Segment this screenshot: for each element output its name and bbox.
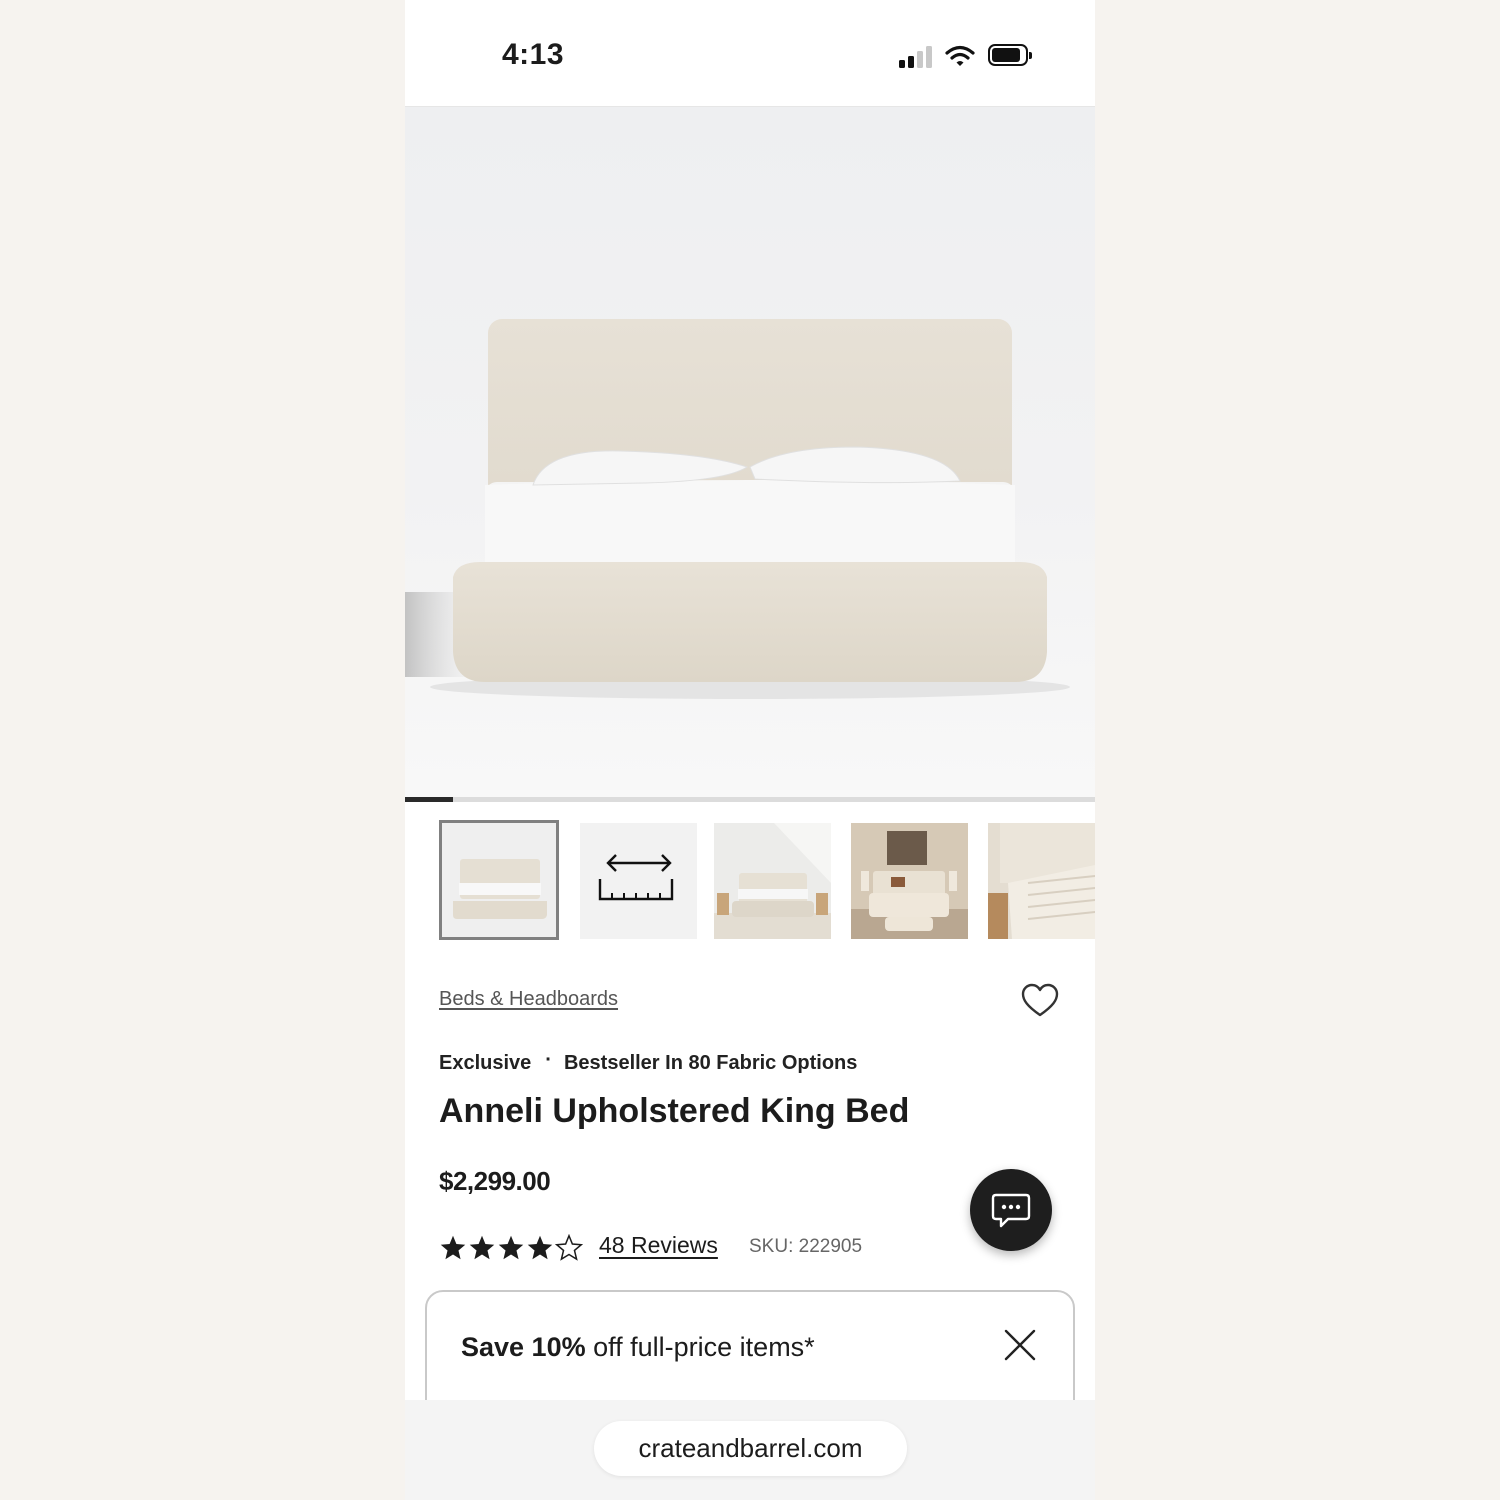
star-filled-icon [498, 1235, 524, 1260]
bedroom-styled-thumb-image [851, 823, 968, 939]
product-sku: SKU: 222905 [749, 1236, 863, 1257]
battery-icon [988, 44, 1032, 66]
status-time: 4:13 [502, 38, 565, 71]
cellular-signal-icon [899, 44, 935, 68]
wifi-icon [945, 45, 975, 66]
product-badges: Exclusive · Bestseller In 80 Fabric Option… [439, 1049, 858, 1075]
chat-button[interactable] [970, 1169, 1052, 1251]
product-price: $2,299.00 [439, 1166, 551, 1196]
gallery-progress-bar [405, 797, 1095, 802]
badge-separator: · [545, 1049, 552, 1071]
status-bar: 4:13 [405, 0, 1095, 107]
badge-exclusive: Exclusive [439, 1052, 532, 1074]
thumbnail-bed-front[interactable] [439, 820, 559, 940]
gallery-progress-fill [405, 797, 454, 802]
category-breadcrumb-link[interactable]: Beds & Headboards [439, 988, 618, 1011]
thumbnail-bed-detail[interactable] [988, 823, 1095, 939]
promo-rest: off full-price items* [585, 1332, 815, 1362]
star-filled-icon [440, 1235, 466, 1260]
promo-bold: Save 10% [461, 1332, 586, 1362]
star-empty-icon [554, 1233, 584, 1261]
address-bar[interactable]: crateandbarrel.com [594, 1421, 907, 1476]
dimensions-icon [598, 854, 674, 901]
favorite-heart-icon[interactable] [1021, 982, 1059, 1020]
bed-detail-thumb-image [988, 823, 1095, 939]
star-filled-icon [469, 1235, 495, 1260]
chat-bubble-icon [991, 1193, 1031, 1228]
thumbnail-strip [405, 820, 1095, 942]
browser-bottom-bar: crateandbarrel.com [405, 1400, 1095, 1500]
phone-screen: 4:13 Beds & Headboards Exclusive · Bests… [405, 0, 1095, 1500]
promo-text: Save 10% off full-price items* [461, 1332, 815, 1363]
rating-stars [439, 1233, 584, 1262]
product-title: Anneli Upholstered King Bed [439, 1092, 910, 1130]
thumbnail-dimensions[interactable] [580, 823, 697, 939]
product-hero-image[interactable] [405, 107, 1095, 797]
thumbnail-bed-room[interactable] [714, 823, 831, 939]
reviews-link[interactable]: 48 Reviews [599, 1232, 718, 1259]
bed-room-thumb-image [714, 823, 831, 939]
badge-bestseller: Bestseller In 80 Fabric Options [563, 1052, 858, 1074]
bed-illustration [405, 319, 1070, 699]
star-filled-icon [527, 1235, 553, 1260]
close-icon[interactable] [1003, 1328, 1037, 1362]
bed-thumb-image [442, 823, 556, 937]
thumbnail-bedroom-styled[interactable] [851, 823, 968, 939]
